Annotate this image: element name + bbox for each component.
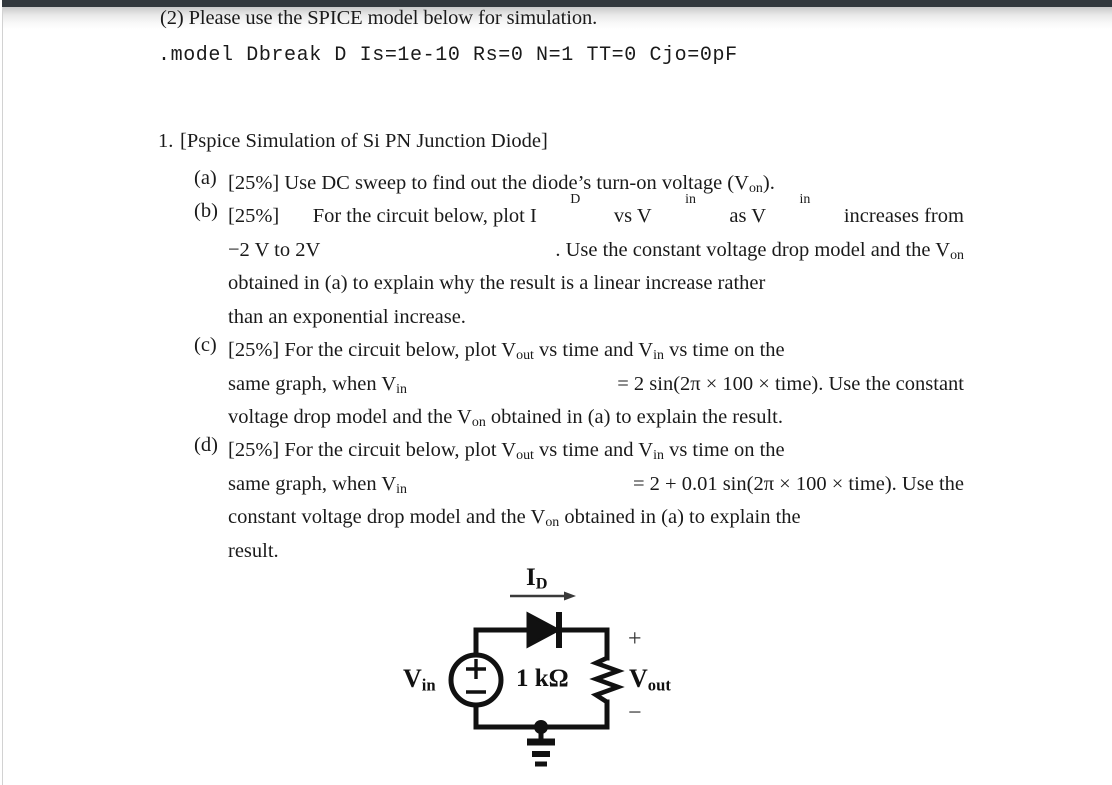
current-arrow-icon — [510, 591, 576, 601]
subitem-b-line-2: −2 V to 2V . Use the constant voltage dr… — [228, 234, 964, 268]
subitem-b-l1d: increases from — [843, 205, 964, 227]
subitem-d-l2b: = 2 + 0.01 sin(2π × 100 × time). Use the — [632, 472, 964, 495]
subitem-c-l3b: obtained in (a) to explain the result. — [485, 406, 783, 428]
ground-symbol — [527, 738, 555, 767]
subitem-d-l1a: For the circuit below, plot V — [279, 439, 517, 461]
subitem-c-l1s1: out — [516, 348, 534, 364]
vin-label: Vin — [403, 664, 436, 694]
diode-symbol — [526, 611, 562, 649]
vout-minus-sign: − — [628, 700, 642, 726]
subitem-b-l2b: . Use the constant voltage drop model an… — [555, 238, 951, 261]
subitem-b-line-4: than an exponential increase. — [228, 305, 466, 328]
page-canvas: (2) Please use the SPICE model below for… — [0, 0, 1112, 785]
subitem-c-l3s: on — [471, 415, 486, 431]
circuit-diagram: ID Vin 1 kΩ Vout + − — [398, 560, 738, 785]
ground-node-dot — [534, 720, 548, 734]
subitem-b-l1a: For the circuit below, plot I — [312, 205, 537, 227]
subitem-d-line-3: constant voltage drop model and the Von … — [228, 501, 964, 535]
subitem-c-l3a: voltage drop model and the V — [228, 406, 472, 428]
subitem-d-line-1: [25%] For the circuit below, plot Vout v… — [228, 434, 964, 468]
subitem-b-l1s3: in — [799, 192, 811, 207]
current-label-main: I — [526, 564, 536, 591]
subitem-c-marker: (c) — [194, 334, 217, 356]
subitem-d-l2a: same graph, when V — [228, 472, 397, 495]
subitem-d-l2s: in — [396, 481, 407, 497]
subitem-b-l2a: −2 V to 2V — [228, 238, 321, 261]
subitem-b-l1s2: in — [685, 192, 696, 207]
resistor-value-label: 1 kΩ — [516, 665, 569, 692]
spice-model-line: .model Dbreak D Is=1e-10 Rs=0 N=1 TT=0 C… — [158, 44, 738, 67]
subitem-d-body: [25%] For the circuit below, plot Vout v… — [228, 434, 964, 568]
subitem-c-l2s: in — [396, 381, 407, 397]
subitem-c-l1a: For the circuit below, plot V — [279, 339, 517, 361]
vout-label-sub: out — [647, 675, 671, 695]
subitem-a-weight: [25%] — [228, 172, 280, 194]
resistor-symbol — [589, 655, 625, 704]
current-label: ID — [526, 564, 547, 592]
subitem-b-l1s1: D — [570, 192, 581, 207]
current-label-sub: D — [535, 574, 548, 593]
subitem-a-text-after: ). — [762, 172, 775, 194]
subitem-c: (c) [25%] For the circuit below, plot Vo… — [194, 334, 964, 435]
subitem-c-l2b: = 2 sin(2π × 100 × time). Use the consta… — [617, 372, 964, 395]
subitem-d-marker: (d) — [194, 434, 218, 456]
subitem-a-sub: on — [748, 181, 763, 197]
subitem-d-l3b: obtained in (a) to explain the — [559, 506, 801, 528]
subitem-c-line-2: same graph, when Vin = 2 sin(2π × 100 × … — [228, 368, 964, 402]
subitem-d-l1b: vs time and V — [533, 439, 654, 461]
subitem-d-line-2: same graph, when Vin = 2 + 0.01 sin(2π ×… — [228, 468, 964, 502]
document-content: (2) Please use the SPICE model below for… — [0, 0, 1112, 785]
item-title: [Pspice Simulation of Si PN Junction Dio… — [180, 130, 548, 152]
subitem-a-body: [25%] Use DC sweep to find out the diode… — [228, 167, 964, 201]
subitem-b: (b) [25%] For the circuit below, plot I D… — [194, 192, 964, 334]
subitem-c-l2a: same graph, when V — [228, 372, 397, 395]
subitem-a-marker: (a) — [194, 167, 217, 189]
subitem-d: (d) [25%] For the circuit below, plot Vo… — [194, 434, 964, 568]
item-number: 1. — [158, 130, 174, 152]
subitem-d-l1c: vs time on the — [663, 439, 785, 461]
subitem-b-l1c: as V — [729, 205, 767, 227]
subitem-c-line-3: voltage drop model and the Von obtained … — [228, 401, 964, 435]
subitem-c-l1c: vs time on the — [663, 339, 785, 361]
vout-label: Vout — [629, 664, 671, 694]
subitem-d-l1s1: out — [516, 448, 534, 464]
subitem-c-l1s2: in — [653, 348, 664, 364]
subitem-b-body: [25%] For the circuit below, plot I D vs … — [228, 192, 964, 334]
subitem-b-marker: (b) — [194, 200, 218, 222]
subitem-b-line-1: [25%] For the circuit below, plot I D vs … — [228, 192, 964, 234]
intro-line: (2) Please use the SPICE model below for… — [160, 7, 598, 29]
subitem-b-line-3: obtained in (a) to explain why the resul… — [228, 272, 766, 294]
subitem-a-text-before: Use DC sweep to find out the diode’s tur… — [279, 172, 749, 194]
subitem-d-weight: [25%] — [228, 439, 280, 461]
subitem-c-body: [25%] For the circuit below, plot Vout v… — [228, 334, 964, 435]
vin-label-main: V — [403, 664, 422, 693]
vout-label-main: V — [629, 664, 648, 693]
subitem-b-l2s: on — [950, 247, 964, 263]
vout-plus-sign: + — [628, 626, 642, 652]
subitem-b-l1b: vs V — [613, 205, 652, 227]
subitem-d-l3a: constant voltage drop model and the V — [228, 506, 546, 528]
subitem-c-l1b: vs time and V — [533, 339, 654, 361]
subitem-d-l3s: on — [545, 515, 560, 531]
subitem-b-weight: [25%] — [228, 205, 280, 227]
subitem-c-line-1: [25%] For the circuit below, plot Vout v… — [228, 334, 964, 368]
vin-label-sub: in — [421, 675, 436, 695]
subitem-d-l1s2: in — [653, 448, 664, 464]
subitem-c-weight: [25%] — [228, 339, 280, 361]
